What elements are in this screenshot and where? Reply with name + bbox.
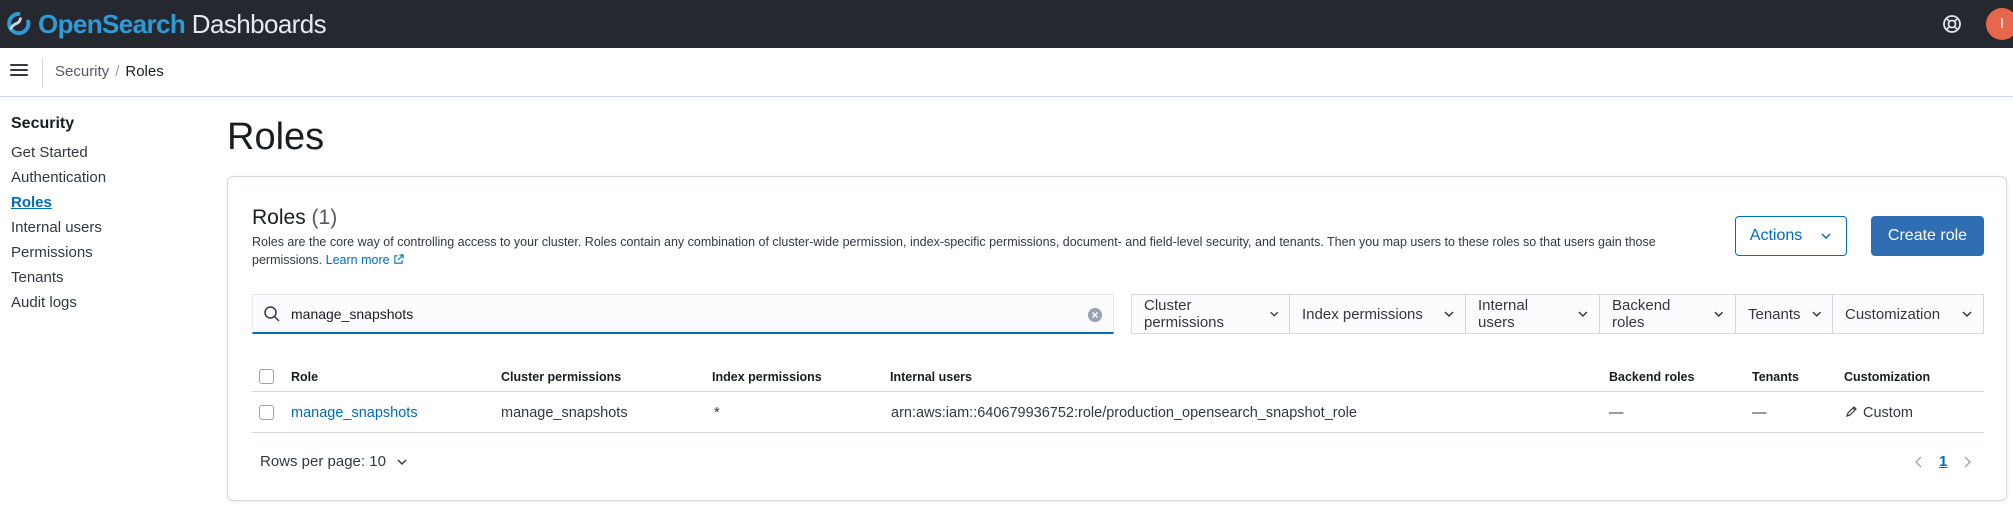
chevron-left-icon[interactable] [1913,455,1925,469]
panel-title: Roles (1) [252,204,337,232]
sidebar-item-audit-logs[interactable]: Audit logs [11,290,201,315]
top-header-bar: OpenSearch Dashboards I [0,0,2013,48]
filter-label: Customization [1845,305,1941,323]
opensearch-logo-icon [7,11,31,35]
filter-label: Backend roles [1612,297,1671,331]
hamburger-menu-icon[interactable] [10,62,28,80]
chevron-down-icon [1269,311,1278,317]
rows-per-page-label: Rows per page: 10 [260,453,386,470]
divider [42,58,43,88]
filter-cluster-permissions[interactable]: Cluster permissions [1132,295,1290,333]
role-count: (1) [311,206,338,229]
breadcrumb-security[interactable]: Security [55,63,109,80]
filter-index-permissions[interactable]: Index permissions [1290,295,1466,333]
column-header-customization: Customization [1844,370,1931,384]
chevron-right-icon[interactable] [1961,455,1973,469]
opensearch-logo[interactable]: OpenSearch Dashboards [7,6,327,42]
row-checkbox[interactable] [259,405,274,420]
clear-search-icon[interactable] [1087,307,1103,323]
cell-internal-users: arn:aws:iam::640679936752:role/productio… [891,405,1357,421]
filter-label: Internal users [1478,297,1529,331]
filter-group: Cluster permissions Index permissions In… [1131,294,1984,334]
chevron-down-icon [1714,311,1724,317]
filter-tenants[interactable]: Tenants [1736,295,1833,333]
column-header-internal-users: Internal users [890,370,972,384]
learn-more-label: Learn more [325,253,390,267]
chevron-down-icon [1821,233,1831,240]
filter-customization[interactable]: Customization [1833,295,1983,333]
column-header-cluster-permissions: Cluster permissions [501,370,622,384]
customization-label: Custom [1863,405,1913,421]
column-header-tenants: Tenants [1752,370,1799,384]
pencil-icon [1846,406,1857,417]
security-side-nav: Security Get Started Authentication Role… [11,112,201,315]
chevron-down-icon [1962,311,1972,318]
panel-description: Roles are the core way of controlling ac… [252,233,1682,269]
description-text: Roles are the core way of controlling ac… [252,235,1656,267]
chevron-down-icon [397,458,407,465]
logo-text-dashboards: Dashboards [191,9,327,39]
learn-more-link[interactable]: Learn more [326,253,404,267]
sidebar-item-permissions[interactable]: Permissions [11,240,201,265]
table-row: manage_snapshots manage_snapshots * arn:… [252,393,1984,433]
chevron-down-icon [1811,311,1821,317]
search-bar [252,294,1114,334]
sidebar-item-tenants[interactable]: Tenants [11,265,201,290]
filter-label: Cluster permissions [1144,297,1225,331]
column-header-index-permissions: Index permissions [712,370,822,384]
sidebar-item-authentication[interactable]: Authentication [11,165,201,190]
cell-tenants: — [1752,405,1767,421]
rows-per-page-selector[interactable]: Rows per page: 10 [260,453,408,470]
create-role-button[interactable]: Create role [1871,216,1984,256]
sidebar-item-internal-users[interactable]: Internal users [11,215,201,240]
roles-panel: Roles (1) Roles are the core way of cont… [227,176,2007,501]
logo-text-opensearch: OpenSearch [38,9,186,39]
cell-cluster-permissions: manage_snapshots [501,405,628,421]
column-header-role[interactable]: Role [291,362,318,392]
role-name-link[interactable]: manage_snapshots [291,393,418,433]
breadcrumb: Security / Roles [55,62,164,82]
chevron-down-icon [1578,311,1588,318]
help-icon[interactable] [1941,13,1963,35]
panel-title-text: Roles [252,206,306,229]
sidebar-item-roles[interactable]: Roles [11,190,201,215]
user-avatar[interactable]: I [1986,8,2013,40]
search-input[interactable] [291,304,1071,324]
table-header: Role Cluster permissions Index permissio… [252,362,1984,392]
page-number-current[interactable]: 1 [1939,453,1947,470]
cell-backend-roles: — [1609,405,1624,421]
filter-internal-users[interactable]: Internal users [1466,295,1600,333]
breadcrumb-bar: Security / Roles [0,48,2013,97]
external-link-icon [393,254,404,264]
filter-backend-roles[interactable]: Backend roles [1600,295,1736,333]
page-title: Roles [227,116,325,158]
breadcrumb-roles: Roles [125,63,164,80]
select-all-checkbox[interactable] [259,369,274,384]
side-nav-title: Security [11,115,75,132]
filter-label: Tenants [1748,305,1801,323]
breadcrumb-separator: / [115,63,120,80]
actions-button[interactable]: Actions [1735,216,1847,256]
pagination: 1 [1913,453,1973,470]
column-header-backend-roles: Backend roles [1609,370,1695,384]
cell-index-permissions: * [714,405,720,421]
sidebar-item-get-started[interactable]: Get Started [11,140,201,165]
filter-label: Index permissions [1302,305,1423,323]
chevron-down-icon [1444,311,1454,318]
actions-label: Actions [1749,227,1803,244]
cell-customization: Custom [1845,393,1913,433]
search-icon [264,306,280,322]
